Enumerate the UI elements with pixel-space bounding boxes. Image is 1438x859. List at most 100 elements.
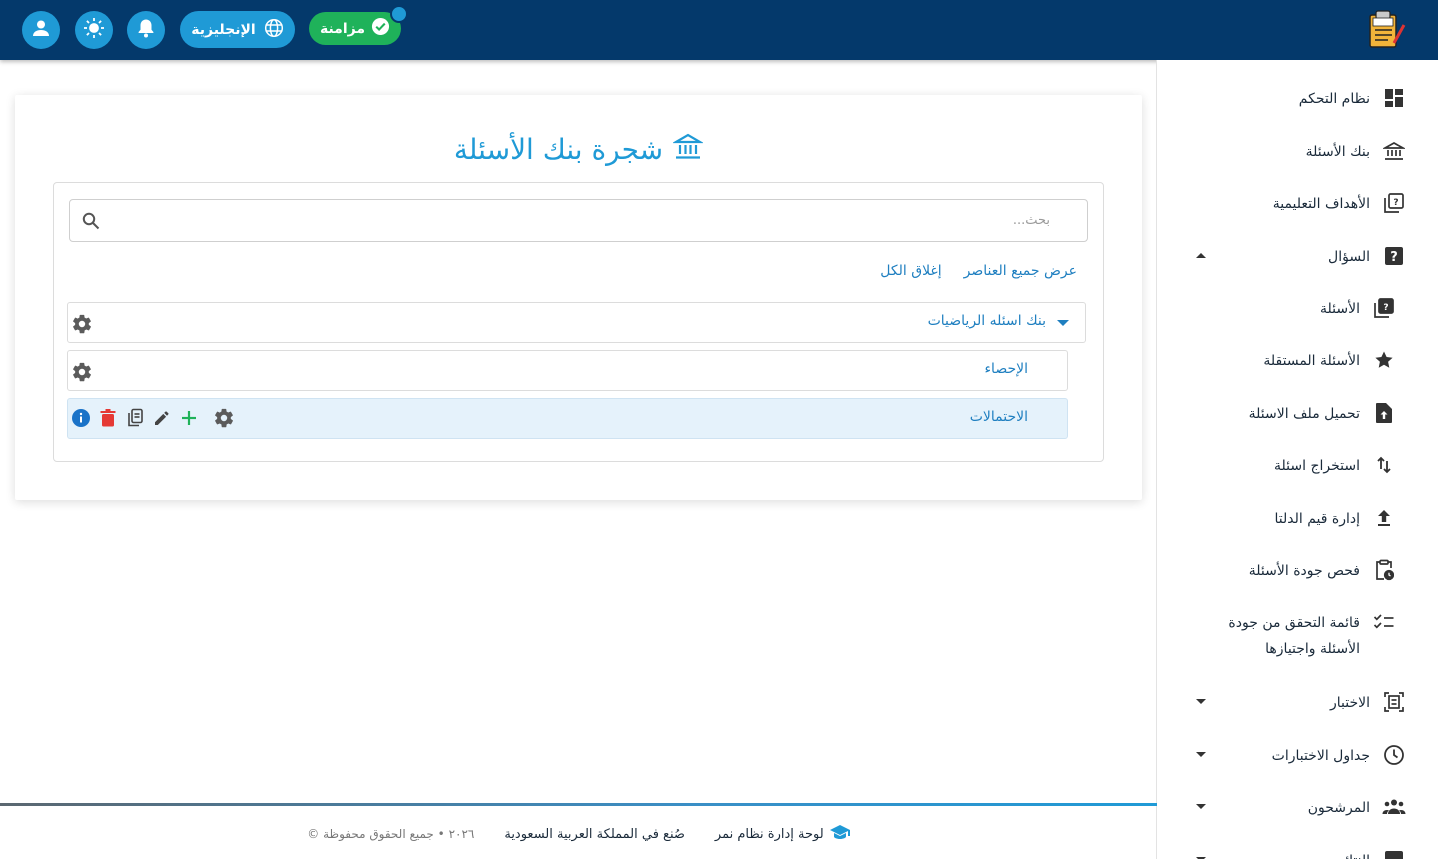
sidebar-item-learning-objectives[interactable]: ? الأهداف التعليمية	[1157, 191, 1438, 217]
file-upload-icon	[1372, 401, 1396, 425]
sidebar-item-questions[interactable]: ? الأسئلة	[1157, 296, 1438, 322]
sidebar-item-delta-values[interactable]: إدارة قيم الدلتا	[1157, 506, 1438, 532]
chevron-down-icon[interactable]	[1196, 752, 1206, 757]
clipboard-clock-icon	[1372, 558, 1396, 582]
exam-icon	[1382, 690, 1406, 714]
sidebar-item-independent-questions[interactable]: الأسئلة المستقلة	[1157, 348, 1438, 374]
sidebar-item-label: الأسئلة المستقلة	[1263, 353, 1360, 369]
sidebar-item-question-bank[interactable]: بنك الأسئلة	[1157, 139, 1438, 165]
help-icon: ?	[1382, 244, 1406, 268]
show-all-link[interactable]: عرض جميع العناصر	[964, 263, 1077, 279]
node-actions	[70, 407, 235, 429]
sidebar-item-results[interactable]: النتائج	[1157, 848, 1438, 859]
graduation-cap-icon	[829, 824, 850, 844]
search-input[interactable]	[110, 200, 1070, 241]
sidebar-item-quality-checklist[interactable]: قائمة التحقق من جودة الأسئلة واجتيازها	[1157, 610, 1438, 662]
footer-divider	[0, 803, 1157, 806]
sidebar-item-extract-questions[interactable]: استخراج اسئلة	[1157, 453, 1438, 479]
sidebar-nav: نظام التحكم بنك الأسئلة ? الأهداف التعلي…	[1156, 60, 1438, 859]
quiz-icon: ?	[1382, 191, 1406, 215]
svg-text:?: ?	[1390, 250, 1398, 265]
language-label: الإنجليزية	[191, 21, 256, 38]
chevron-up-icon[interactable]	[1196, 253, 1206, 258]
sidebar-item-upload-questions-file[interactable]: تحميل ملف الاسئلة	[1157, 401, 1438, 427]
sun-icon	[83, 17, 105, 43]
sidebar-item-label: جداول الاختبارات	[1271, 748, 1370, 764]
sidebar-item-dashboard[interactable]: نظام التحكم	[1157, 86, 1438, 112]
sync-status-dot	[390, 5, 408, 23]
user-account-button[interactable]	[22, 11, 60, 49]
add-icon[interactable]	[178, 407, 200, 429]
sidebar-item-label: قائمة التحقق من جودة الأسئلة واجتيازها	[1228, 610, 1360, 662]
close-all-link[interactable]: إغلاق الكل	[880, 263, 941, 279]
tree-controls: عرض جميع العناصر إغلاق الكل	[880, 263, 1077, 279]
top-header: مزامنة الإنجليزية	[0, 0, 1438, 60]
page-title-text: شجرة بنك الأسئلة	[453, 133, 664, 166]
footer-made-in: صُنع في المملكة العربية السعودية	[504, 826, 685, 842]
gear-icon[interactable]	[71, 361, 93, 387]
delete-icon[interactable]	[97, 407, 119, 429]
sidebar-item-question[interactable]: ? السؤال	[1157, 244, 1438, 270]
sidebar-item-label: النتائج	[1336, 848, 1370, 859]
clock-icon	[1382, 743, 1406, 767]
gear-icon[interactable]	[213, 407, 235, 429]
sync-button[interactable]: مزامنة	[309, 12, 401, 45]
caret-down-icon[interactable]	[1057, 320, 1069, 326]
language-button[interactable]: الإنجليزية	[180, 11, 295, 48]
sidebar-item-label: الأسئلة	[1320, 301, 1360, 317]
chevron-down-icon[interactable]	[1196, 804, 1206, 809]
tree-node-label: الإحصاء	[984, 361, 1028, 377]
copy-icon[interactable]	[124, 407, 146, 429]
sidebar-item-label: الأهداف التعليمية	[1272, 196, 1370, 212]
checklist-icon	[1372, 610, 1396, 634]
info-icon[interactable]	[70, 407, 92, 429]
star-icon	[1372, 348, 1396, 372]
sync-label: مزامنة	[319, 20, 366, 37]
svg-text:?: ?	[1393, 198, 1398, 208]
sidebar-item-quality-check[interactable]: فحص جودة الأسئلة	[1157, 558, 1438, 584]
search-icon	[82, 212, 100, 234]
theme-toggle-button[interactable]	[75, 11, 113, 49]
search-box	[69, 199, 1088, 242]
sidebar-item-label: تحميل ملف الاسئلة	[1248, 406, 1360, 422]
sidebar-item-label: إدارة قيم الدلتا	[1274, 511, 1360, 527]
notifications-button[interactable]	[127, 11, 165, 49]
sidebar-item-label: فحص جودة الأسئلة	[1248, 563, 1360, 579]
dashboard-icon	[1382, 86, 1406, 110]
tree-node-root[interactable]: بنك اسئله الرياضيات	[67, 302, 1086, 343]
tree-node-label: بنك اسئله الرياضيات	[927, 313, 1046, 329]
sidebar-item-exam-schedules[interactable]: جداول الاختبارات	[1157, 743, 1438, 769]
sidebar-item-exam[interactable]: الاختبار	[1157, 690, 1438, 716]
gear-icon[interactable]	[71, 313, 93, 339]
edit-icon[interactable]	[151, 407, 173, 429]
question-bank-tree-card: شجرة بنك الأسئلة عرض جميع العناصر إغلاق …	[15, 95, 1142, 500]
upload-icon	[1372, 506, 1396, 530]
chevron-down-icon[interactable]	[1196, 699, 1206, 704]
tree-node-child-active[interactable]: الاحتمالات	[67, 398, 1068, 439]
tree-node-child[interactable]: الإحصاء	[67, 350, 1068, 391]
globe-icon	[264, 18, 284, 42]
bank-icon	[672, 131, 705, 168]
results-icon	[1382, 848, 1406, 859]
quiz-icon: ?	[1372, 296, 1396, 320]
exam-logo-icon[interactable]	[1364, 9, 1408, 51]
page-title: شجرة بنك الأسئلة	[15, 131, 1142, 168]
footer: لوحة إدارة نظام نمر صُنع في المملكة العر…	[0, 822, 1157, 846]
footer-panel-name: لوحة إدارة نظام نمر	[715, 824, 850, 844]
svg-text:?: ?	[1383, 303, 1388, 313]
footer-copyright: © ٢٠٢٦ • جميع الحقوق محفوظة	[307, 827, 475, 841]
sidebar-item-label: استخراج اسئلة	[1274, 458, 1360, 474]
user-icon	[31, 18, 51, 42]
footer-panel-text: لوحة إدارة نظام نمر	[714, 826, 824, 842]
check-circle-icon	[371, 17, 390, 40]
bank-icon	[1382, 139, 1406, 163]
sidebar-item-candidates[interactable]: المرشحون	[1157, 795, 1438, 821]
label-line-2: الأسئلة واجتيازها	[1265, 641, 1360, 657]
swap-icon	[1372, 453, 1396, 477]
sidebar-item-label: بنك الأسئلة	[1305, 144, 1370, 160]
sidebar-item-label: الاختبار	[1329, 695, 1370, 711]
people-icon	[1382, 795, 1406, 819]
sidebar-item-label: نظام التحكم	[1298, 91, 1370, 107]
bell-icon	[137, 18, 155, 42]
sidebar-item-label: المرشحون	[1307, 800, 1370, 816]
